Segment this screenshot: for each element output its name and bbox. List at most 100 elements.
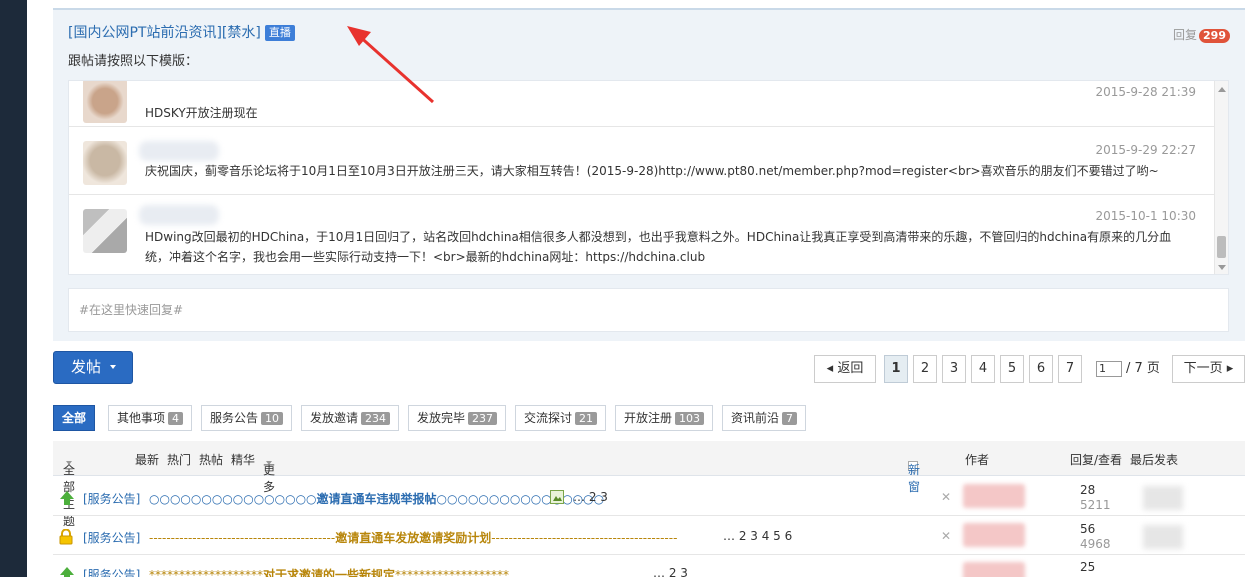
tab-count: 21 xyxy=(575,412,598,425)
last-post-column[interactable]: 最后发表 xyxy=(1130,451,1178,468)
close-icon[interactable]: ✕ xyxy=(941,490,951,504)
page-3[interactable]: 3 xyxy=(942,355,966,383)
tab-label: 发放完毕 xyxy=(417,411,466,425)
post-text: HDwing改回最初的HDChina，于10月1日回归了，站名改回hdchina… xyxy=(145,230,1172,264)
page-7[interactable]: 7 xyxy=(1058,355,1082,383)
tab-invite-issue[interactable]: 发放邀请 234 xyxy=(301,405,400,431)
replies-views-column[interactable]: 回复/查看 xyxy=(1070,451,1122,468)
avatar[interactable] xyxy=(83,81,127,123)
thread-category[interactable]: [服务公告] xyxy=(83,566,140,577)
tab-label: 其他事项 xyxy=(117,411,166,425)
title-prefix: ----------------------------------------… xyxy=(149,531,336,545)
title-suffix: ----------------------------------------… xyxy=(491,531,678,545)
reply-count: 56 xyxy=(1080,522,1096,536)
thread-category[interactable]: [服务公告] xyxy=(83,529,140,546)
table-row[interactable]: [服务公告] ○○○○○○○○○○○○○○○○邀请直通车违规举报帖○○○○○○○… xyxy=(53,478,1245,516)
page-2[interactable]: 2 xyxy=(913,355,937,383)
preview-scrollbar[interactable] xyxy=(1214,81,1228,274)
preview-title[interactable]: [国内公网PT站前沿资讯][禁水] 直播 xyxy=(68,22,295,42)
title-main: 邀请直通车发放邀请奖励计划 xyxy=(335,531,492,545)
chevron-down-icon xyxy=(66,461,72,465)
tab-count: 7 xyxy=(782,412,798,425)
quick-reply-input[interactable]: #在这里快速回复# xyxy=(68,288,1229,332)
view-count: 5211 xyxy=(1080,498,1111,512)
reply-count: 28 xyxy=(1080,483,1096,497)
page-5[interactable]: 5 xyxy=(1000,355,1024,383)
page-6[interactable]: 6 xyxy=(1029,355,1053,383)
blurred-last-post xyxy=(1143,525,1183,549)
back-label: 返回 xyxy=(837,361,864,376)
tab-open-registration[interactable]: 开放注册 103 xyxy=(615,405,714,431)
blurred-author xyxy=(963,484,1025,508)
post-text: HDSKY开放注册现在 xyxy=(145,106,258,120)
next-page-button[interactable]: 下一页 ▸ xyxy=(1172,355,1245,383)
tab-count: 10 xyxy=(261,412,284,425)
new-post-button[interactable]: 发帖 xyxy=(53,351,133,384)
tab-discussion[interactable]: 交流探讨 21 xyxy=(515,405,607,431)
blurred-username xyxy=(139,141,219,161)
post-text: 庆祝国庆，蓟零音乐论坛将于10月1日至10月3日开放注册三天，请大家相互转告！(… xyxy=(145,164,1159,178)
reply-count: 25 xyxy=(1080,560,1096,574)
tab-all[interactable]: 全部 xyxy=(53,405,96,431)
table-row[interactable]: [服务公告] ---------------------------------… xyxy=(53,517,1245,555)
thread-preview-panel: [国内公网PT站前沿资讯][禁水] 直播 回复 299 跟帖请按照以下模版： 201… xyxy=(53,8,1245,341)
next-label: 下一页 xyxy=(1183,361,1223,376)
thread-title[interactable]: *******************对于求邀请的一些新规定**********… xyxy=(149,566,509,577)
title-suffix: ******************* xyxy=(395,568,510,577)
filter-digest[interactable]: 精华 xyxy=(231,451,255,468)
chevron-down-icon xyxy=(266,461,272,465)
title-main: 邀请直通车违规举报帖 xyxy=(316,492,437,506)
scroll-thumb[interactable] xyxy=(1217,236,1226,258)
post-date: 2015-9-29 22:27 xyxy=(1095,143,1197,157)
preview-title-text[interactable]: [国内公网PT站前沿资讯][禁水] xyxy=(68,25,261,41)
tab-news[interactable]: 资讯前沿 7 xyxy=(722,405,807,431)
preview-subtitle: 跟帖请按照以下模版： xyxy=(68,54,199,69)
thread-category[interactable]: [服务公告] xyxy=(83,490,140,507)
thread-pages[interactable]: … 2 3 xyxy=(653,566,688,577)
live-badge: 直播 xyxy=(264,25,295,41)
table-row[interactable]: [服务公告] *******************对于求邀请的一些新规定***… xyxy=(53,556,1245,577)
thread-title[interactable]: ○○○○○○○○○○○○○○○○邀请直通车违规举报帖○○○○○○○○○○○○○○… xyxy=(149,490,604,507)
filter-hot-posts[interactable]: 热帖 xyxy=(199,451,223,468)
thread-title[interactable]: ----------------------------------------… xyxy=(149,529,677,546)
arrow-up-icon xyxy=(60,491,74,505)
avatar[interactable] xyxy=(83,141,127,185)
preview-post-list[interactable]: 2015-9-28 21:39 HDSKY开放注册现在 2015-9-29 22… xyxy=(68,80,1229,275)
reply-count-badge: 299 xyxy=(1199,29,1230,43)
tab-count: 237 xyxy=(468,412,498,425)
back-button[interactable]: ◂ 返回 xyxy=(814,355,876,383)
post-date: 2015-9-28 21:39 xyxy=(1095,85,1197,99)
filter-hot[interactable]: 热门 xyxy=(167,451,191,468)
thread-pages[interactable]: … 2 3 xyxy=(573,490,608,504)
tab-label: 开放注册 xyxy=(624,411,673,425)
tab-label: 全部 xyxy=(62,411,87,425)
page-jump-input[interactable]: 1 xyxy=(1096,361,1122,377)
tab-invite-done[interactable]: 发放完毕 237 xyxy=(408,405,507,431)
reply-count: 回复 299 xyxy=(1173,26,1230,43)
tab-count: 103 xyxy=(675,412,705,425)
close-icon[interactable]: ✕ xyxy=(941,529,951,543)
filter-latest[interactable]: 最新 xyxy=(135,451,159,468)
title-main: 对于求邀请的一些新规定 xyxy=(263,568,396,577)
post-item: 2015-10-1 10:30 HDwing改回最初的HDChina，于10月1… xyxy=(69,195,1214,274)
arrow-up-icon xyxy=(60,567,74,577)
post-item: 2015-9-29 22:27 庆祝国庆，蓟零音乐论坛将于10月1日至10月3日… xyxy=(69,127,1214,195)
page-1[interactable]: 1 xyxy=(884,355,908,383)
avatar[interactable] xyxy=(83,209,127,253)
lock-icon xyxy=(59,529,73,545)
post-date: 2015-10-1 10:30 xyxy=(1095,209,1197,223)
thread-list-header: 全部主题 最新 热门 热帖 精华 更多 新窗 作者 回复/查看 最后发表 xyxy=(53,441,1245,528)
page-4[interactable]: 4 xyxy=(971,355,995,383)
tab-service-notice[interactable]: 服务公告 10 xyxy=(201,405,293,431)
title-prefix: ○○○○○○○○○○○○○○○○ xyxy=(149,492,317,506)
blurred-last-post xyxy=(1143,486,1183,510)
tab-label: 资讯前沿 xyxy=(731,411,780,425)
tab-label: 服务公告 xyxy=(210,411,259,425)
reply-label: 回复 xyxy=(1173,28,1198,42)
tab-other[interactable]: 其他事项 4 xyxy=(108,405,193,431)
scroll-up-icon[interactable] xyxy=(1218,87,1226,92)
scroll-down-icon[interactable] xyxy=(1218,265,1226,270)
chevron-down-icon xyxy=(110,365,117,369)
tab-count: 4 xyxy=(168,412,184,425)
thread-pages[interactable]: … 2 3 4 5 6 xyxy=(723,529,792,543)
